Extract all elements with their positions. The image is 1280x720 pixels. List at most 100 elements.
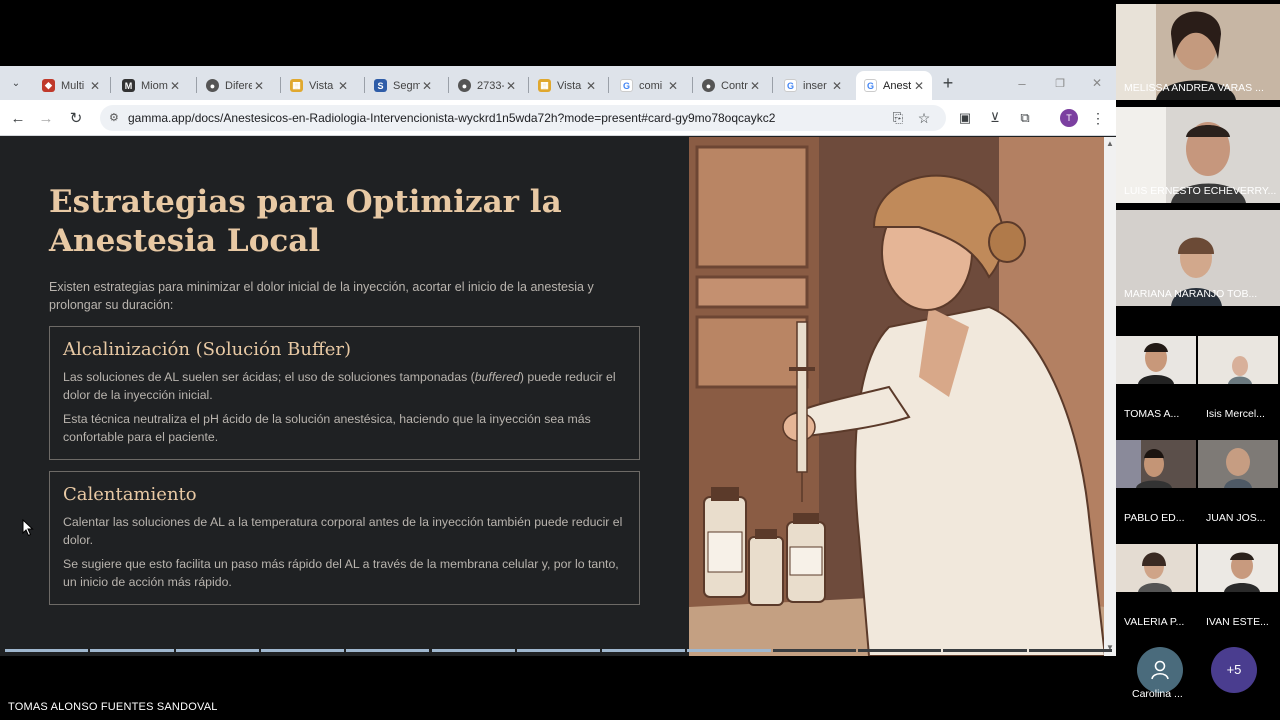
new-tab-icon[interactable]: + — [938, 73, 958, 93]
participant-name: Isis Mercel... — [1206, 408, 1265, 420]
extension-2-icon[interactable]: ⊻ — [985, 108, 1005, 128]
tab-label: Vista — [557, 79, 582, 92]
maximize-icon[interactable]: ❐ — [1050, 73, 1070, 93]
participant-video — [1116, 544, 1196, 592]
close-tab-icon[interactable]: ✕ — [88, 79, 102, 93]
site-info-icon[interactable]: ⚙ — [109, 105, 119, 131]
progress-segment[interactable] — [1028, 649, 1112, 652]
participant-name: Carolina ... — [1132, 688, 1183, 700]
participant-tile[interactable]: VALERIA P... — [1116, 544, 1196, 640]
progress-segment[interactable] — [5, 649, 89, 652]
close-tab-icon[interactable]: ✕ — [168, 79, 182, 93]
progress-segment[interactable] — [346, 649, 430, 652]
progress-segment[interactable] — [90, 649, 174, 652]
participant-tile[interactable]: MARIANA NARANJO TOB... — [1116, 210, 1280, 306]
tab-label: Segm — [393, 79, 420, 92]
progress-segment[interactable] — [431, 649, 515, 652]
progress-segment[interactable] — [602, 649, 686, 652]
tab-9[interactable]: ● Contr ✕ — [694, 71, 768, 100]
progress-segment[interactable] — [687, 649, 771, 652]
minimize-icon[interactable]: – — [1012, 73, 1032, 93]
tab-label: comi — [639, 79, 663, 92]
card-paragraph: Calentar las soluciones de AL a la tempe… — [63, 515, 623, 547]
user-icon — [1151, 660, 1169, 680]
progress-segment[interactable] — [260, 649, 345, 652]
close-window-icon[interactable]: ✕ — [1087, 73, 1107, 93]
scroll-up-icon[interactable]: ▲ — [1106, 139, 1114, 148]
card-paragraph: Esta técnica neutraliza el pH ácido de l… — [63, 412, 591, 444]
tab-5[interactable]: S Segm ✕ — [366, 71, 440, 100]
close-tab-icon[interactable]: ✕ — [420, 79, 434, 93]
progress-segment[interactable] — [175, 649, 259, 652]
progress-segment[interactable] — [516, 649, 601, 652]
slide-intro: Existen estrategias para minimizar el do… — [49, 280, 594, 312]
slide-title: Estrategias para Optimizar la Anestesia … — [49, 184, 562, 259]
google-favicon-icon: G — [620, 79, 633, 92]
participant-tile[interactable]: IVAN ESTE... — [1198, 544, 1278, 640]
close-tab-icon[interactable]: ✕ — [666, 79, 680, 93]
menu-kebab-icon[interactable]: ⋮ — [1088, 108, 1108, 128]
card-heading: Alcalinización (Solución Buffer) — [63, 339, 352, 360]
tab-favicon-icon: ● — [702, 79, 715, 92]
participant-tile[interactable]: TOMAS A... — [1116, 336, 1196, 432]
progress-segment[interactable] — [858, 649, 942, 652]
reload-icon[interactable]: ↻ — [66, 108, 86, 128]
tab-8[interactable]: G comi ✕ — [612, 71, 686, 100]
tab-search-dropdown-icon[interactable]: ⌄ — [6, 73, 26, 93]
participant-name: JUAN JOS... — [1206, 512, 1266, 524]
participant-video — [1116, 440, 1196, 488]
profile-avatar[interactable]: T — [1059, 108, 1079, 128]
card-alcalinizacion: Alcalinización (Solución Buffer) Las sol… — [49, 326, 640, 460]
card-paragraph: Las soluciones de AL suelen ser ácidas; … — [63, 370, 616, 402]
tab-10[interactable]: G inser ✕ — [776, 71, 850, 100]
close-tab-icon[interactable]: ✕ — [912, 79, 926, 93]
card-paragraph: Se sugiere que esto facilita un paso más… — [63, 557, 619, 589]
close-tab-icon[interactable]: ✕ — [504, 79, 518, 93]
url-field[interactable]: ⚙ gamma.app/docs/Anestesicos-en-Radiolog… — [100, 105, 946, 131]
tab-label: Miom — [141, 79, 168, 92]
progress-segment[interactable] — [943, 649, 1027, 652]
tab-2[interactable]: M Miom ✕ — [114, 71, 188, 100]
extensions-puzzle-icon[interactable]: ⧉ — [1015, 108, 1035, 128]
tab-active[interactable]: G Anest ✕ — [856, 71, 932, 100]
url-text: gamma.app/docs/Anestesicos-en-Radiologia… — [128, 111, 776, 125]
tab-favicon-icon: ▦ — [538, 79, 551, 92]
bookmark-star-icon[interactable]: ☆ — [914, 108, 934, 128]
more-participants-button[interactable]: +5 — [1211, 647, 1257, 693]
nurse-illustration — [689, 137, 1105, 656]
participant-tile[interactable]: MELISSA ANDREA VARAS ... — [1116, 4, 1280, 100]
forward-icon[interactable]: → — [36, 108, 56, 128]
tab-label: 2733- — [477, 79, 504, 92]
close-tab-icon[interactable]: ✕ — [584, 79, 598, 93]
participant-video — [1198, 544, 1278, 592]
tab-7[interactable]: ▦ Vista ✕ — [530, 71, 604, 100]
close-tab-icon[interactable]: ✕ — [252, 79, 266, 93]
participant-tile[interactable]: PABLO ED... — [1116, 440, 1196, 536]
tab-3[interactable]: ● Difere ✕ — [198, 71, 272, 100]
install-app-icon[interactable]: ⎘ — [888, 108, 908, 128]
back-icon[interactable]: ← — [8, 108, 28, 128]
address-bar: ← → ↻ ⚙ gamma.app/docs/Anestesicos-en-Ra… — [0, 100, 1116, 136]
participant-tile[interactable]: LUIS ERNESTO ECHEVERRY... — [1116, 107, 1280, 203]
google-favicon-icon: G — [864, 79, 877, 92]
card-calentamiento: Calentamiento Calentar las soluciones de… — [49, 471, 640, 605]
extension-1-icon[interactable]: ▣ — [955, 108, 975, 128]
participant-video — [1116, 336, 1196, 384]
close-tab-icon[interactable]: ✕ — [830, 79, 844, 93]
participant-tile[interactable]: Isis Mercel... — [1198, 336, 1278, 432]
self-view-name: TOMAS ALONSO FUENTES SANDOVAL — [8, 701, 218, 713]
tab-favicon-icon: ● — [458, 79, 471, 92]
tab-6[interactable]: ● 2733- ✕ — [450, 71, 524, 100]
tab-4[interactable]: ▦ Vista ✕ — [282, 71, 356, 100]
close-tab-icon[interactable]: ✕ — [336, 79, 350, 93]
page-scrollbar[interactable]: ▲ ▼ — [1104, 137, 1116, 656]
participant-name: LUIS ERNESTO ECHEVERRY... — [1124, 185, 1277, 197]
tab-label: Multi — [61, 79, 85, 92]
progress-segment[interactable] — [772, 649, 856, 652]
close-tab-icon[interactable]: ✕ — [748, 79, 762, 93]
slide-illustration — [689, 137, 1105, 656]
participant-avatar[interactable] — [1137, 647, 1183, 693]
tab-1[interactable]: ◆ Multi ✕ — [34, 71, 108, 100]
tab-favicon-icon: M — [122, 79, 135, 92]
participant-tile[interactable]: JUAN JOS... — [1198, 440, 1278, 536]
